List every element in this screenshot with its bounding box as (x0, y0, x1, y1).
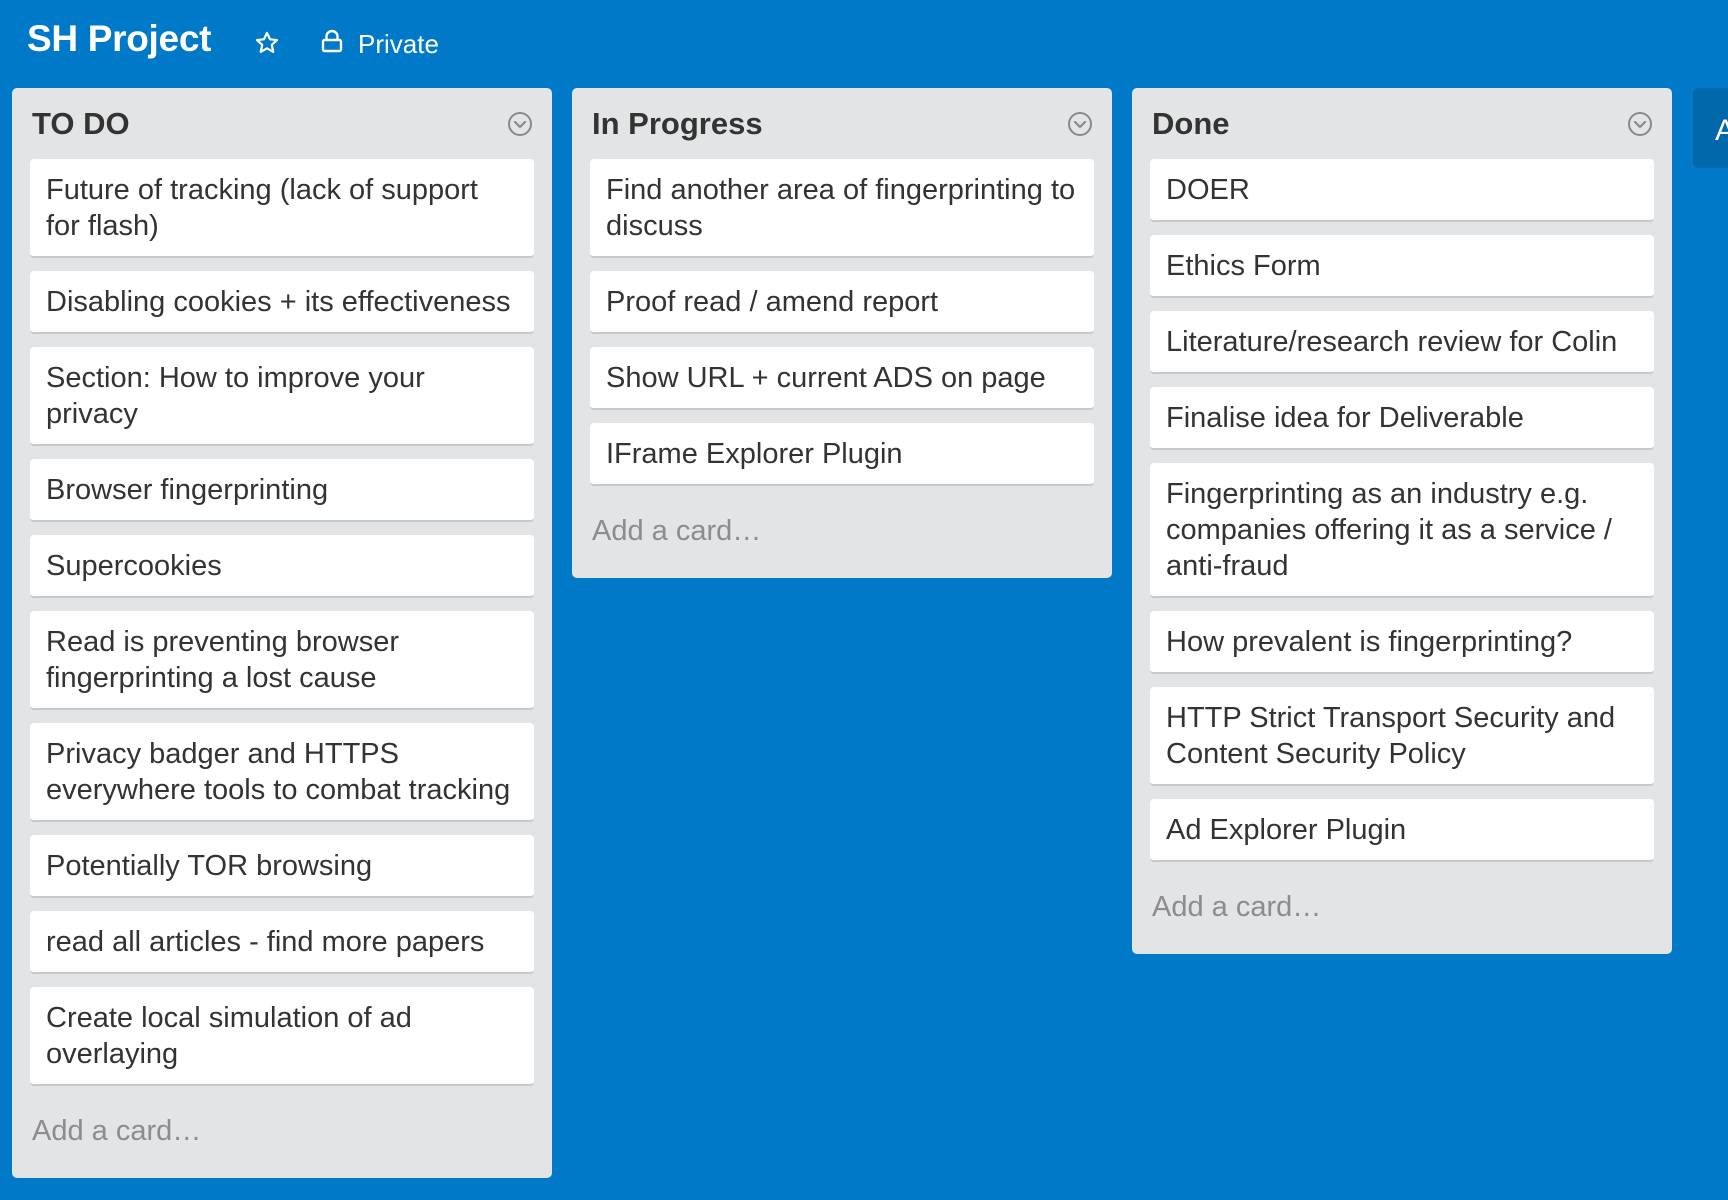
card[interactable]: Create local simulation of ad overlaying (30, 987, 534, 1086)
lock-icon (320, 29, 344, 60)
card[interactable]: Privacy badger and HTTPS everywhere tool… (30, 723, 534, 822)
add-list-button[interactable]: A (1693, 88, 1728, 168)
card[interactable]: Fingerprinting as an industry e.g. compa… (1150, 463, 1654, 598)
board-lists: TO DO Future of tracking (lack of suppor… (12, 88, 1692, 1178)
privacy-label: Private (358, 28, 439, 59)
card[interactable]: Browser fingerprinting (30, 459, 534, 522)
card[interactable]: Finalise idea for Deliverable (1150, 387, 1654, 450)
list-header: In Progress (590, 88, 1094, 159)
card[interactable]: Proof read / amend report (590, 271, 1094, 334)
chevron-down-circle-icon[interactable] (1066, 110, 1094, 138)
privacy-button[interactable]: Private (320, 24, 439, 64)
card[interactable]: DOER (1150, 159, 1654, 222)
card[interactable]: Section: How to improve your privacy (30, 347, 534, 446)
card[interactable]: HTTP Strict Transport Security and Conte… (1150, 687, 1654, 786)
card[interactable]: Read is preventing browser fingerprintin… (30, 611, 534, 710)
list-header: Done (1150, 88, 1654, 159)
card[interactable]: Disabling cookies + its effectiveness (30, 271, 534, 334)
list-todo: TO DO Future of tracking (lack of suppor… (12, 88, 552, 1178)
card[interactable]: Find another area of fingerprinting to d… (590, 159, 1094, 258)
list-header: TO DO (30, 88, 534, 159)
card[interactable]: How prevalent is fingerprinting? (1150, 611, 1654, 674)
card[interactable]: read all articles - find more papers (30, 911, 534, 974)
card[interactable]: IFrame Explorer Plugin (590, 423, 1094, 486)
add-list-label: A (1715, 114, 1728, 147)
card[interactable]: Future of tracking (lack of support for … (30, 159, 534, 258)
list-done: Done DOER Ethics Form Literature/researc… (1132, 88, 1672, 954)
chevron-down-circle-icon[interactable] (506, 110, 534, 138)
list-title[interactable]: In Progress (592, 106, 763, 142)
add-card-button[interactable]: Add a card… (590, 499, 1094, 566)
card[interactable]: Literature/research review for Colin (1150, 311, 1654, 374)
star-button[interactable] (250, 28, 284, 62)
list-title[interactable]: TO DO (32, 106, 130, 142)
card[interactable]: Potentially TOR browsing (30, 835, 534, 898)
star-icon (254, 30, 280, 61)
add-card-button[interactable]: Add a card… (30, 1099, 534, 1166)
card[interactable]: Ethics Form (1150, 235, 1654, 298)
board-title[interactable]: SH Project (27, 18, 211, 60)
list-in-progress: In Progress Find another area of fingerp… (572, 88, 1112, 578)
list-title[interactable]: Done (1152, 106, 1230, 142)
card[interactable]: Supercookies (30, 535, 534, 598)
card[interactable]: Ad Explorer Plugin (1150, 799, 1654, 862)
card[interactable]: Show URL + current ADS on page (590, 347, 1094, 410)
board-header: SH Project Private (0, 0, 1728, 86)
chevron-down-circle-icon[interactable] (1626, 110, 1654, 138)
add-card-button[interactable]: Add a card… (1150, 875, 1654, 942)
